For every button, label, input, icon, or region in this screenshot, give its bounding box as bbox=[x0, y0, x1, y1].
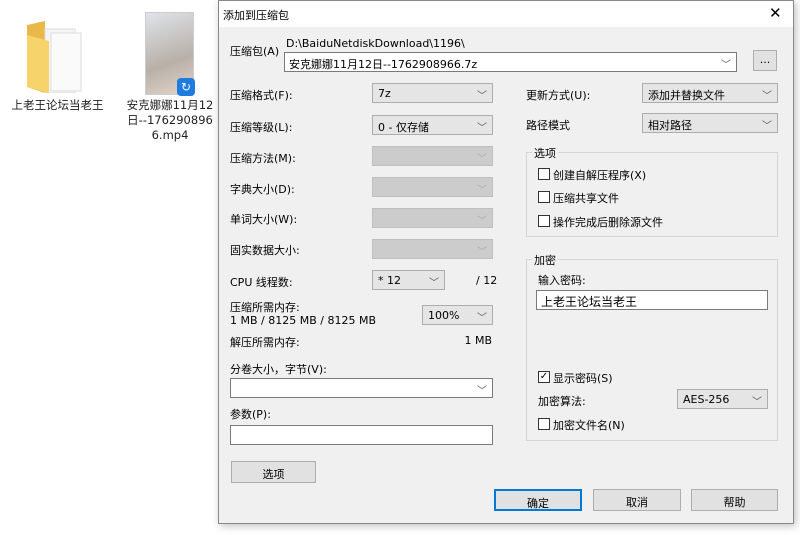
format-select[interactable]: 7z ﹀ bbox=[372, 83, 493, 103]
chevron-down-icon: ﹀ bbox=[477, 123, 487, 134]
params-input[interactable] bbox=[230, 425, 493, 445]
options-button[interactable]: 选项 bbox=[231, 461, 316, 483]
close-icon[interactable]: ✕ bbox=[769, 4, 782, 22]
cpu-value: * 12 bbox=[378, 274, 401, 287]
encryption-group-title: 加密 bbox=[532, 252, 558, 268]
format-value: 7z bbox=[378, 87, 391, 100]
add-to-archive-dialog: 添加到压缩包 ✕ 压缩包(A) D:\BaiduNetdiskDownload\… bbox=[218, 0, 794, 524]
algo-value: AES-256 bbox=[683, 393, 730, 406]
mem-percent-select[interactable]: 100% ﹀ bbox=[422, 305, 493, 325]
word-label: 单词大小(W): bbox=[230, 213, 298, 226]
delete-after-label[interactable]: 操作完成后删除源文件 bbox=[553, 214, 663, 230]
desktop-video-file[interactable]: ↻ 安克娜娜11月12日--1762908966.mp4 bbox=[125, 10, 215, 160]
chevron-down-icon: ﹀ bbox=[721, 60, 731, 71]
chevron-down-icon: ﹀ bbox=[477, 216, 487, 227]
update-select[interactable]: 添加并替换文件 ﹀ bbox=[642, 83, 778, 103]
password-label: 输入密码: bbox=[538, 274, 586, 287]
shared-files-label[interactable]: 压缩共享文件 bbox=[553, 190, 619, 206]
level-label: 压缩等级(L): bbox=[230, 121, 293, 134]
folder-icon bbox=[27, 21, 82, 93]
word-select[interactable]: ﹀ bbox=[372, 208, 493, 228]
solid-label: 固实数据大小: bbox=[230, 244, 300, 257]
cpu-label: CPU 线程数: bbox=[230, 276, 293, 289]
chevron-down-icon: ﹀ bbox=[477, 386, 487, 397]
player-badge-icon: ↻ bbox=[177, 78, 195, 96]
help-button[interactable]: 帮助 bbox=[691, 489, 778, 511]
cancel-button[interactable]: 取消 bbox=[593, 489, 681, 511]
chevron-down-icon: ﹀ bbox=[762, 121, 772, 132]
mem-percent-value: 100% bbox=[428, 309, 460, 322]
chevron-down-icon: ﹀ bbox=[477, 185, 487, 196]
browse-button[interactable]: ... bbox=[753, 50, 777, 71]
mem-comp-label: 压缩所需内存: bbox=[230, 301, 300, 314]
level-value: 0 - 仅存储 bbox=[378, 121, 429, 134]
sfx-checkbox[interactable] bbox=[538, 168, 550, 180]
solid-select[interactable]: ﹀ bbox=[372, 239, 493, 259]
path-mode-select[interactable]: 相对路径 ﹀ bbox=[642, 113, 778, 133]
dict-select[interactable]: ﹀ bbox=[372, 177, 493, 197]
delete-after-checkbox[interactable] bbox=[538, 215, 550, 227]
title-bar: 添加到压缩包 ✕ bbox=[219, 1, 793, 27]
dict-label: 字典大小(D): bbox=[230, 183, 295, 196]
options-group-title: 选项 bbox=[532, 145, 558, 161]
archive-name-combobox[interactable]: 安克娜娜11月12日--1762908966.7z ﹀ bbox=[284, 52, 737, 72]
desktop-folder[interactable]: 上老王论坛当老王 bbox=[12, 10, 104, 130]
chevron-down-icon: ﹀ bbox=[477, 91, 487, 102]
cpu-total: / 12 bbox=[476, 274, 498, 287]
ok-button[interactable]: 确定 bbox=[494, 489, 582, 511]
volume-combobox[interactable]: ﹀ bbox=[230, 378, 493, 398]
video-label: 安克娜娜11月12日--1762908966.mp4 bbox=[126, 98, 214, 142]
cpu-select[interactable]: * 12 ﹀ bbox=[372, 270, 445, 290]
encrypt-names-label[interactable]: 加密文件名(N) bbox=[553, 417, 625, 433]
update-value: 添加并替换文件 bbox=[648, 89, 725, 102]
archive-label: 压缩包(A) bbox=[230, 45, 280, 58]
password-input[interactable]: 上老王论坛当老王 bbox=[536, 290, 768, 310]
folder-label: 上老王论坛当老王 bbox=[11, 98, 104, 112]
update-label: 更新方式(U): bbox=[526, 89, 591, 102]
dialog-title: 添加到压缩包 bbox=[223, 9, 289, 22]
method-label: 压缩方法(M): bbox=[230, 152, 296, 165]
chevron-down-icon: ﹀ bbox=[477, 313, 487, 324]
format-label: 压缩格式(F): bbox=[230, 89, 293, 102]
show-password-checkbox[interactable]: ✓ bbox=[538, 371, 550, 383]
mem-comp-value: 1 MB / 8125 MB / 8125 MB bbox=[230, 314, 376, 327]
chevron-down-icon: ﹀ bbox=[429, 278, 439, 289]
path-mode-label: 路径模式 bbox=[526, 119, 570, 132]
path-mode-value: 相对路径 bbox=[648, 119, 692, 132]
sfx-label[interactable]: 创建自解压程序(X) bbox=[553, 167, 646, 183]
chevron-down-icon: ﹀ bbox=[477, 247, 487, 258]
mem-decomp-value: 1 MB bbox=[464, 334, 492, 347]
shared-files-checkbox[interactable] bbox=[538, 191, 550, 203]
volume-label: 分卷大小，字节(V): bbox=[230, 363, 327, 376]
show-password-label[interactable]: 显示密码(S) bbox=[553, 370, 613, 386]
method-select[interactable]: ﹀ bbox=[372, 146, 493, 166]
chevron-down-icon: ﹀ bbox=[752, 397, 762, 408]
level-select[interactable]: 0 - 仅存储 ﹀ bbox=[372, 115, 493, 135]
mem-decomp-label: 解压所需内存: bbox=[230, 336, 300, 349]
encrypt-names-checkbox[interactable] bbox=[538, 418, 550, 430]
archive-name-value: 安克娜娜11月12日--1762908966.7z bbox=[289, 58, 478, 71]
chevron-down-icon: ﹀ bbox=[477, 154, 487, 165]
archive-path: D:\BaiduNetdiskDownload\1196\ bbox=[286, 37, 465, 50]
params-label: 参数(P): bbox=[230, 408, 271, 421]
algo-select[interactable]: AES-256 ﹀ bbox=[677, 389, 768, 409]
chevron-down-icon: ﹀ bbox=[762, 91, 772, 102]
algo-label: 加密算法: bbox=[538, 395, 586, 408]
